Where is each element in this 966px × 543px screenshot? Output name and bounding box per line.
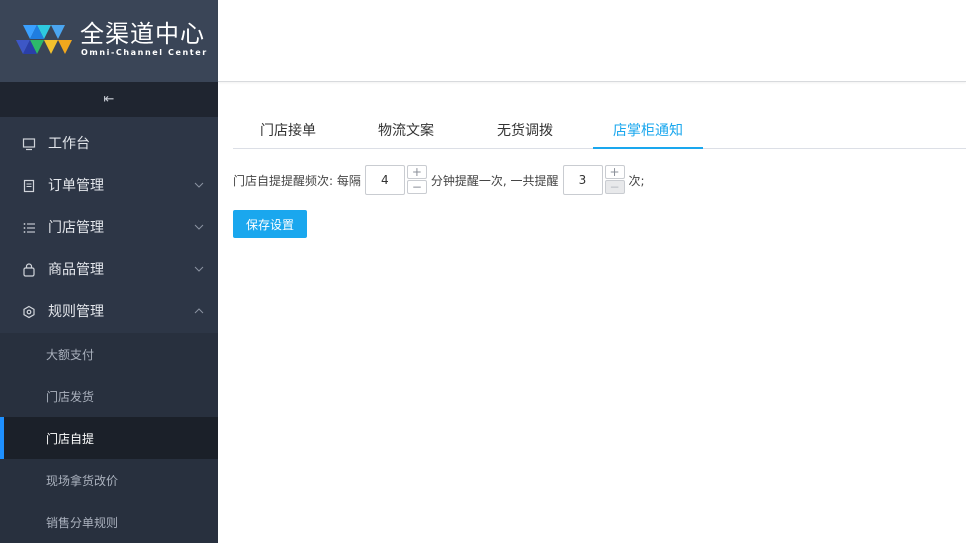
reminder-suffix-label: 次; xyxy=(628,173,645,188)
sidebar-item-label: 工作台 xyxy=(48,136,90,152)
increment-button[interactable]: + xyxy=(604,165,625,179)
sidebar-item-rules[interactable]: 规则管理 xyxy=(0,291,218,333)
monitor-icon xyxy=(22,138,36,151)
pickup-reminder-row: 门店自提提醒频次: 每隔 4 + − 分钟提醒一次, 一共提醒 3 + − 次; xyxy=(233,165,645,195)
sidebar-item-label: 订单管理 xyxy=(48,178,104,194)
app: 全渠道中心 Omni-Channel Center ⇤ 工作台 订单管理 门店管… xyxy=(0,0,966,543)
submenu-item-large-payment[interactable]: 大额支付 xyxy=(0,333,218,375)
logo-subtitle: Omni-Channel Center xyxy=(81,48,208,57)
increment-button[interactable]: + xyxy=(406,165,427,179)
interval-input[interactable]: 4 xyxy=(364,165,405,195)
tab-store-manager-notice[interactable]: 店掌柜通知 xyxy=(593,114,703,149)
logo-title: 全渠道中心 xyxy=(80,20,205,48)
logo: 全渠道中心 Omni-Channel Center xyxy=(0,0,218,82)
sidebar-item-label: 商品管理 xyxy=(48,262,104,278)
count-stepper: + − xyxy=(604,165,625,195)
tab-store-orders[interactable]: 门店接单 xyxy=(233,114,343,149)
logo-icon xyxy=(16,25,72,54)
document-icon xyxy=(23,179,35,193)
sidebar-item-products[interactable]: 商品管理 xyxy=(0,249,218,291)
chevron-down-icon xyxy=(194,182,204,188)
chevron-up-icon xyxy=(194,308,204,314)
rules-submenu: 大额支付 门店发货 门店自提 现场拿货改价 销售分单规则 xyxy=(0,333,218,543)
reminder-prefix-label: 门店自提提醒频次: 每隔 xyxy=(233,173,361,188)
decrement-button[interactable]: − xyxy=(604,180,625,194)
interval-stepper: + − xyxy=(406,165,427,195)
count-input[interactable]: 3 xyxy=(562,165,603,195)
submenu-item-store-pickup[interactable]: 门店自提 xyxy=(0,417,218,459)
indent-icon: ⇤ xyxy=(103,92,115,107)
top-header xyxy=(218,0,966,82)
chevron-down-icon xyxy=(194,224,204,230)
collapse-toggle[interactable]: ⇤ xyxy=(0,82,218,117)
cog-icon xyxy=(23,305,35,319)
list-icon xyxy=(23,223,35,233)
tab-logistics-copy[interactable]: 物流文案 xyxy=(351,114,461,149)
sidebar-item-stores[interactable]: 门店管理 xyxy=(0,207,218,249)
sidebar-item-workbench[interactable]: 工作台 xyxy=(0,123,218,165)
sidebar-item-label: 规则管理 xyxy=(48,304,104,320)
submenu-item-sales-split-rules[interactable]: 销售分单规则 xyxy=(0,501,218,543)
save-settings-button[interactable]: 保存设置 xyxy=(233,210,307,238)
chevron-down-icon xyxy=(194,266,204,272)
sidebar-item-label: 门店管理 xyxy=(48,220,104,236)
submenu-item-store-shipping[interactable]: 门店发货 xyxy=(0,375,218,417)
decrement-button[interactable]: − xyxy=(406,180,427,194)
reminder-middle-label: 分钟提醒一次, 一共提醒 xyxy=(430,173,559,188)
sidebar: 全渠道中心 Omni-Channel Center ⇤ 工作台 订单管理 门店管… xyxy=(0,0,218,543)
tab-bar: 门店接单 物流文案 无货调拨 店掌柜通知 xyxy=(233,114,966,149)
bag-icon xyxy=(23,263,35,277)
tab-out-of-stock-transfer[interactable]: 无货调拨 xyxy=(470,114,580,149)
sidebar-item-orders[interactable]: 订单管理 xyxy=(0,165,218,207)
submenu-item-onsite-price-change[interactable]: 现场拿货改价 xyxy=(0,459,218,501)
